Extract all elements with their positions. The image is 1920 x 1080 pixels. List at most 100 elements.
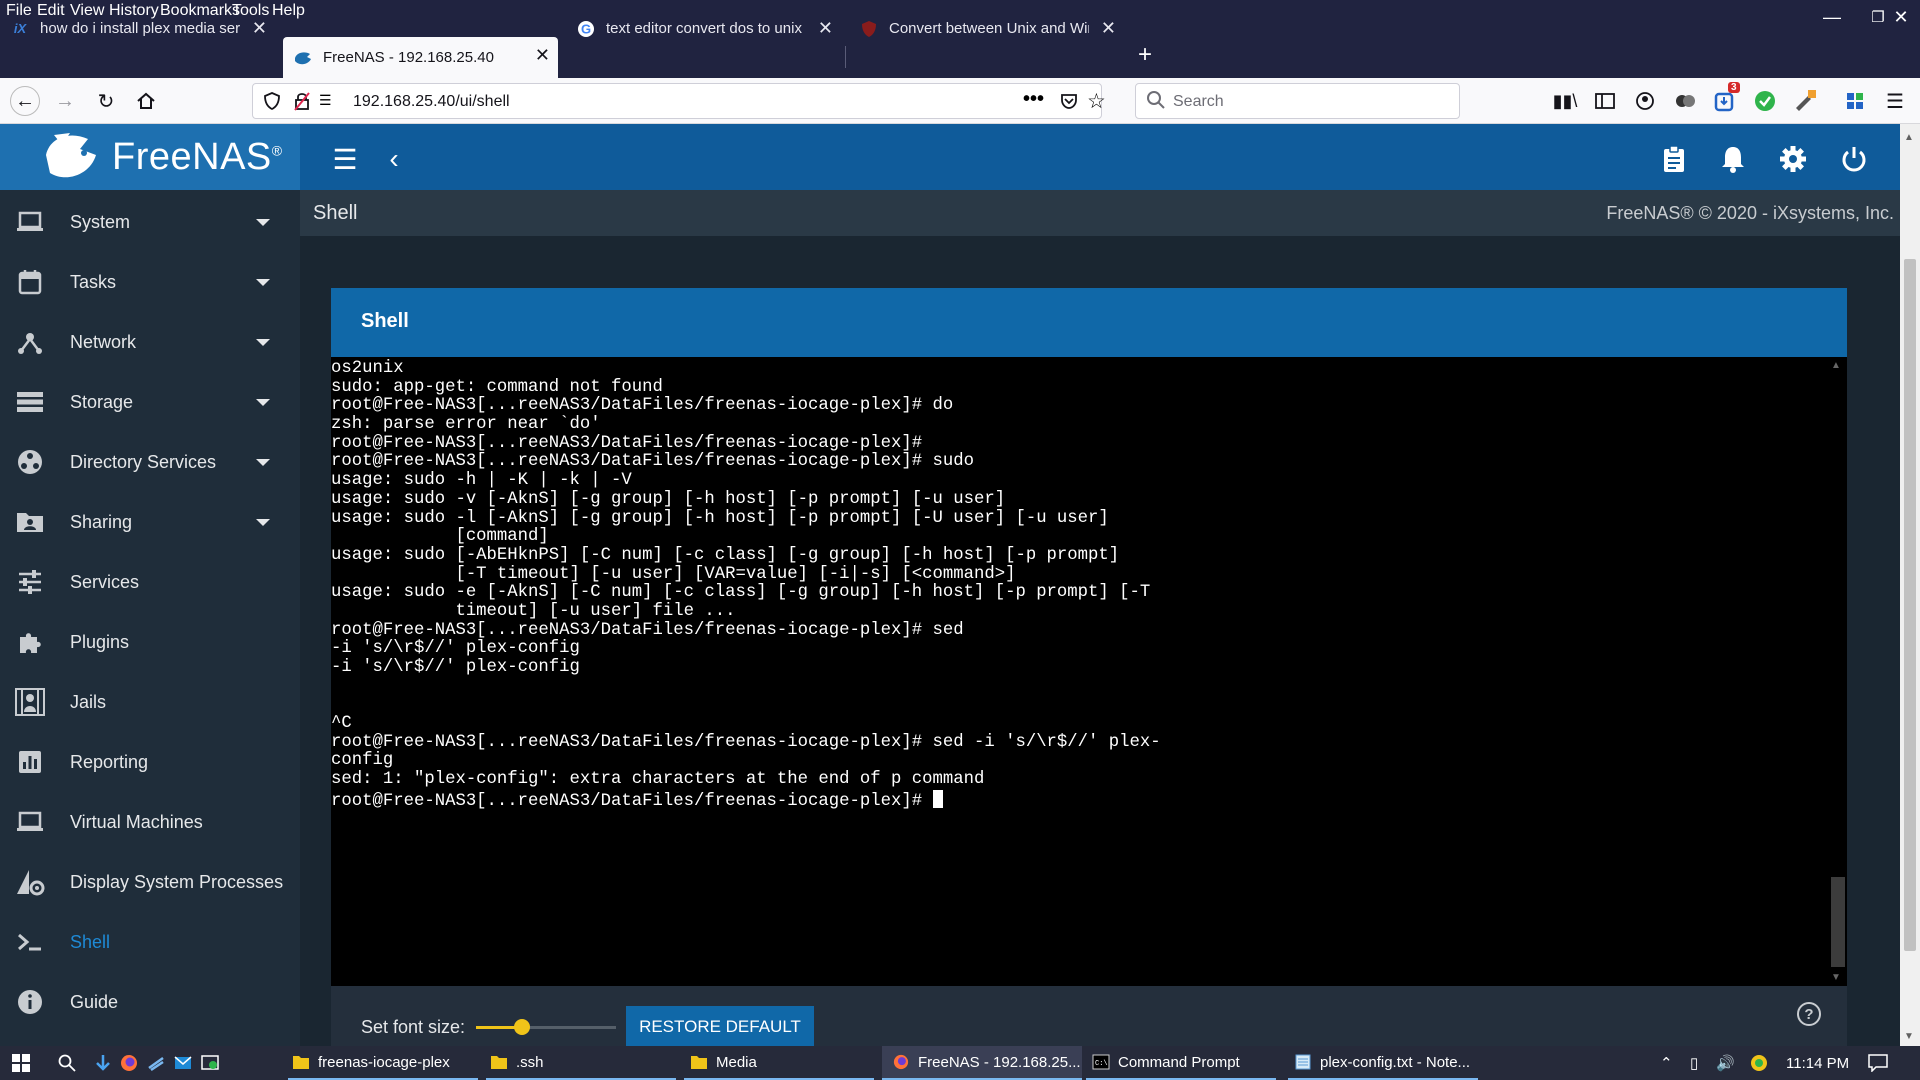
extension-check-icon[interactable]	[1750, 86, 1780, 116]
sidebar-item-sharing[interactable]: Sharing	[0, 492, 300, 552]
sidebar-item-network[interactable]: Network	[0, 312, 300, 372]
terminal-scroll-thumb[interactable]	[1831, 877, 1845, 967]
terminal-window[interactable]: os2unix sudo: app-get: command not found r…	[331, 357, 1847, 986]
storage-icon	[14, 386, 46, 418]
taskbar-item-freenas-firefox[interactable]: FreeNAS - 192.168.25...	[882, 1046, 1082, 1080]
terminal-output[interactable]: os2unix sudo: app-get: command not found r…	[331, 359, 1821, 811]
close-tab-icon[interactable]: ✕	[818, 18, 833, 39]
taskbar-item-media[interactable]: Media	[684, 1046, 874, 1080]
windows-start-icon[interactable]	[12, 1054, 30, 1072]
extension-blocks-icon[interactable]	[1840, 86, 1870, 116]
power-icon[interactable]	[1838, 144, 1870, 174]
close-tab-icon[interactable]: ✕	[252, 18, 267, 39]
menu-toggle-icon[interactable]: ☰	[329, 144, 361, 175]
tracking-shield-icon[interactable]	[263, 91, 281, 116]
clock[interactable]: 11:14 PM	[1786, 1055, 1849, 1072]
chevron-up-icon[interactable]: ⌃	[1660, 1054, 1673, 1072]
firefox-icon[interactable]	[120, 1054, 138, 1072]
help-icon[interactable]: ?	[1797, 1002, 1821, 1026]
taskbar-item-command-prompt[interactable]: C:\ Command Prompt	[1086, 1046, 1276, 1080]
sidebar-item-plugins[interactable]: Plugins	[0, 612, 300, 672]
forward-arrow-icon[interactable]: →	[50, 86, 80, 116]
settings-gear-icon[interactable]	[1777, 144, 1809, 174]
terminal-line: root@Free-NAS3[...reeNAS3/DataFiles/free…	[331, 789, 1821, 811]
search-icon[interactable]	[58, 1054, 76, 1072]
calendar-icon	[14, 266, 46, 298]
brand-name: FreeNAS®	[112, 136, 283, 178]
extension-edit-icon[interactable]	[1790, 86, 1820, 116]
sidebar-item-reporting[interactable]: Reporting	[0, 732, 300, 792]
sidebar-item-guide[interactable]: Guide	[0, 972, 300, 1032]
font-size-slider[interactable]	[476, 1019, 616, 1035]
bookmark-star-icon[interactable]: ☆	[1087, 89, 1106, 114]
ask-favicon-icon: iX	[13, 21, 27, 36]
new-tab-plus-icon[interactable]: +	[1130, 40, 1160, 70]
pocket-icon[interactable]	[1059, 91, 1079, 116]
extension-gamepad-icon[interactable]	[1670, 86, 1700, 116]
mail-icon[interactable]	[174, 1054, 192, 1072]
reload-icon[interactable]: ↻	[91, 86, 121, 116]
network-app-icon[interactable]	[201, 1054, 219, 1072]
taskbar-item-freenas-iocage-plex[interactable]: freenas-iocage-plex	[288, 1046, 478, 1080]
puzzle-icon	[14, 626, 46, 658]
tab-convert-unix-windows[interactable]: Convert between Unix and Windows ✕	[849, 10, 1124, 47]
taskbar-item-ssh[interactable]: .ssh	[486, 1046, 676, 1080]
terminal-line: usage: sudo -v [-AknS] [-g group] [-h ho…	[331, 489, 1006, 509]
usb-device-icon[interactable]: ▯	[1690, 1054, 1698, 1072]
tray-app-icon[interactable]	[1750, 1054, 1768, 1076]
monitor-icon	[14, 806, 46, 838]
google-favicon-icon: G	[576, 19, 596, 39]
windows-taskbar: freenas-iocage-plex .ssh Media FreeNAS -…	[0, 1046, 1920, 1080]
sidebar-item-services[interactable]: Services	[0, 552, 300, 612]
sidebar-item-shell[interactable]: Shell	[0, 912, 300, 972]
url-text[interactable]: 192.168.25.40/ui/shell	[353, 93, 510, 111]
back-arrow-icon[interactable]: ←	[10, 86, 40, 116]
notifications-bell-icon[interactable]	[1717, 144, 1749, 174]
sidebar-item-jails[interactable]: Jails	[0, 672, 300, 732]
svg-text:G: G	[581, 21, 591, 36]
restore-default-button[interactable]: RESTORE DEFAULT	[626, 1006, 814, 1048]
volume-icon[interactable]: 🔊	[1716, 1054, 1735, 1072]
close-tab-icon[interactable]: ✕	[535, 45, 550, 66]
sidebar-item-tasks[interactable]: Tasks	[0, 252, 300, 312]
permissions-icon[interactable]: ☰	[319, 92, 332, 109]
terminal-line: root@Free-NAS3[...reeNAS3/DataFiles/free…	[331, 620, 964, 640]
sidebar-item-storage[interactable]: Storage	[0, 372, 300, 432]
page-actions-icon[interactable]: •••	[1023, 88, 1044, 111]
chevron-left-icon[interactable]: ‹	[378, 143, 410, 174]
search-bar[interactable]: Search	[1135, 83, 1460, 119]
terminal-scrollbar[interactable]: ▲ ▼	[1828, 357, 1847, 986]
freenas-logo[interactable]: FreeNAS®	[0, 124, 300, 190]
extension-download-icon[interactable]: 3	[1710, 82, 1740, 116]
taskbar-item-notepad[interactable]: plex-config.txt - Note...	[1288, 1046, 1478, 1080]
terminal-line: -i 's/\r$//' plex-config	[331, 658, 580, 677]
account-icon[interactable]	[1630, 86, 1660, 116]
library-icon[interactable]: ▮▮\	[1550, 86, 1580, 116]
page-scrollbar[interactable]: ▲ ▼	[1900, 124, 1920, 1046]
tab-freenas[interactable]: FreeNAS - 192.168.25.40 ✕	[283, 37, 558, 78]
page-scroll-thumb[interactable]	[1904, 259, 1916, 951]
task-manager-icon[interactable]	[1658, 144, 1690, 174]
scroll-down-icon[interactable]: ▼	[1831, 972, 1841, 983]
sharing-icon	[14, 506, 46, 538]
download-arrow-icon[interactable]	[94, 1054, 112, 1072]
sidebar-item-virtual-machines[interactable]: Virtual Machines	[0, 792, 300, 852]
tab-google-search[interactable]: G text editor convert dos to unix ✕	[566, 10, 841, 47]
sidebar-item-display-system-processes[interactable]: Display System Processes	[0, 852, 300, 912]
scroll-down-icon[interactable]: ▼	[1904, 1031, 1914, 1042]
scroll-up-icon[interactable]: ▲	[1904, 132, 1914, 143]
menu-help[interactable]: Help	[272, 2, 305, 20]
app-icon[interactable]	[147, 1054, 165, 1072]
notification-center-icon[interactable]	[1868, 1054, 1888, 1076]
hamburger-menu-icon[interactable]: ☰	[1880, 86, 1910, 116]
sidebar-item-directory-services[interactable]: Directory Services	[0, 432, 300, 492]
home-icon[interactable]	[131, 86, 161, 116]
tab-plex-search[interactable]: iX how do i install plex media server ✕	[0, 10, 275, 47]
scroll-up-icon[interactable]: ▲	[1831, 360, 1841, 371]
url-bar[interactable]: ☰ 192.168.25.40/ui/shell ••• ☆	[252, 83, 1106, 119]
insecure-lock-icon[interactable]	[293, 91, 311, 116]
close-tab-icon[interactable]: ✕	[1101, 18, 1116, 39]
sidebar-item-system[interactable]: System	[0, 192, 300, 252]
sidebar-toggle-icon[interactable]	[1590, 86, 1620, 116]
